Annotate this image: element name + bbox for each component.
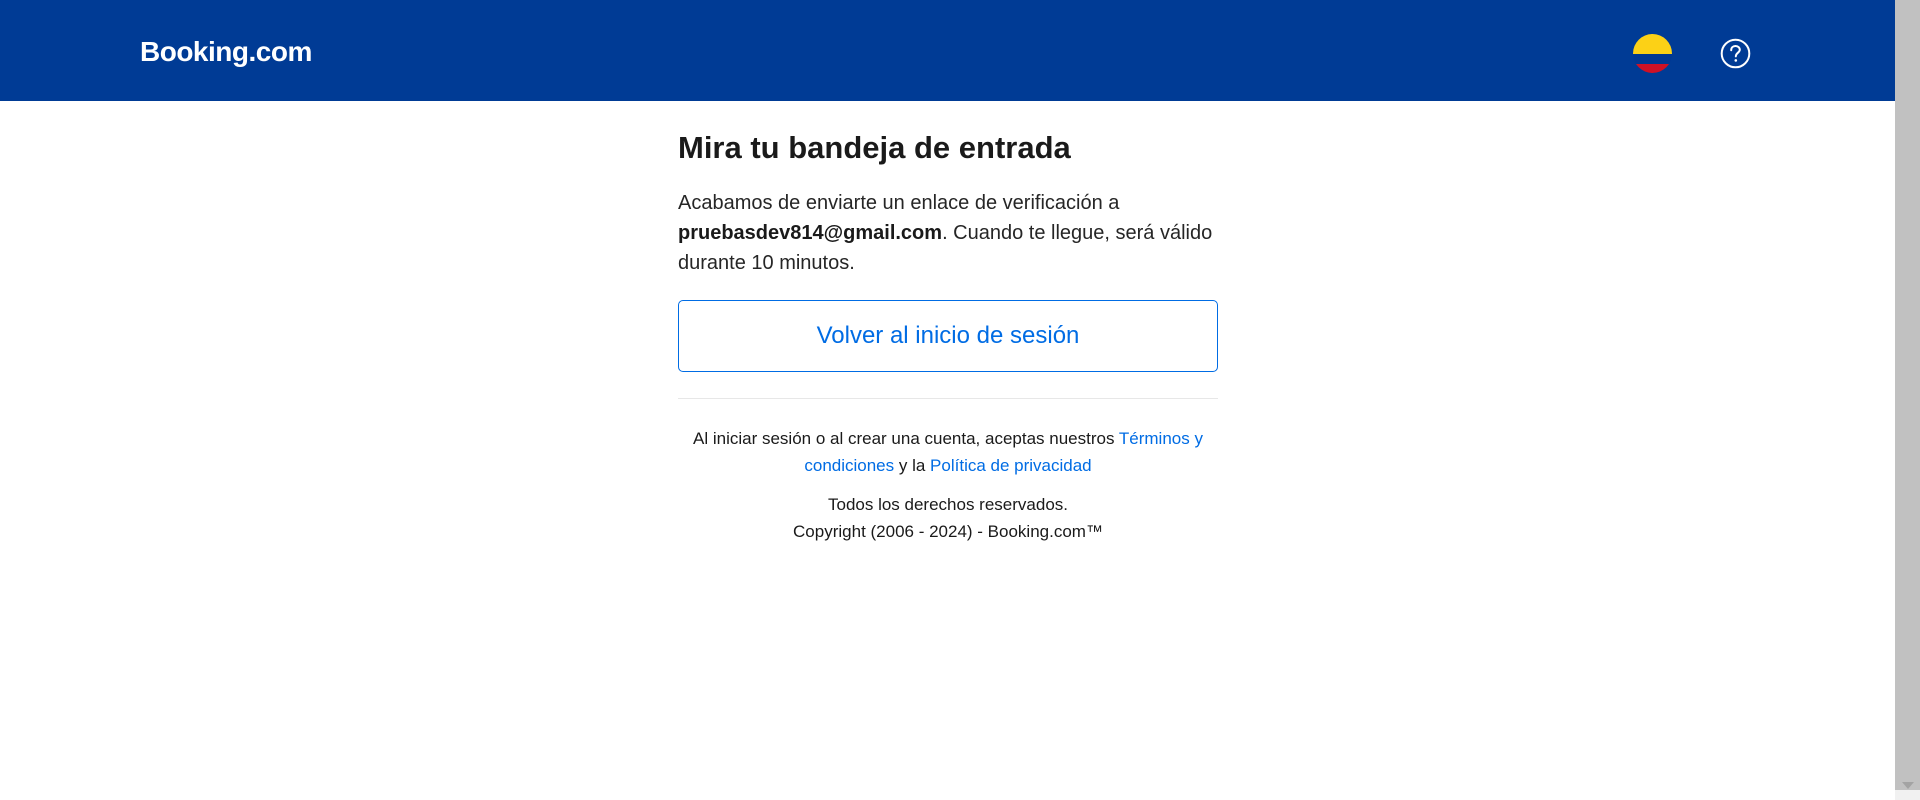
help-button[interactable] — [1720, 38, 1751, 69]
colombia-flag-icon — [1633, 34, 1672, 73]
scrollbar[interactable] — [1895, 0, 1920, 800]
rights-text: Todos los derechos reservados. — [827, 495, 1069, 514]
scroll-down-arrow-icon[interactable] — [1902, 782, 1914, 789]
privacy-link[interactable]: Política de privacidad — [930, 456, 1092, 475]
question-circle-icon — [1720, 38, 1751, 69]
language-selector-button[interactable] — [1633, 34, 1672, 73]
divider — [678, 398, 1218, 399]
page-title: Mira tu bandeja de entrada — [678, 130, 1071, 165]
copyright-text: Copyright (2006 - 2024) - Booking.com™ — [793, 522, 1103, 541]
verification-content: Mira tu bandeja de entrada Acabamos de e… — [678, 101, 1218, 545]
top-header: Booking.com — [0, 0, 1895, 101]
verification-message: Acabamos de enviarte un enlace de verifi… — [678, 188, 1218, 278]
terms-middle: y la — [894, 456, 931, 475]
terms-prefix: Al iniciar sesión o al crear una cuenta,… — [693, 429, 1119, 448]
booking-logo[interactable]: Booking.com — [140, 36, 312, 68]
scrollbar-thumb[interactable] — [1895, 0, 1920, 790]
terms-notice: Al iniciar sesión o al crear una cuenta,… — [678, 425, 1218, 479]
back-to-sign-in-button[interactable]: Volver al inicio de sesión — [678, 300, 1218, 372]
page: Booking.com Mira tu bandeja de entrada A… — [0, 0, 1920, 800]
rights-notice: Todos los derechos reservados. Copyright… — [678, 491, 1218, 545]
email-address: pruebasdev814@gmail.com — [678, 222, 943, 244]
message-text-before: Acabamos de enviarte un enlace de verifi… — [678, 192, 1120, 214]
